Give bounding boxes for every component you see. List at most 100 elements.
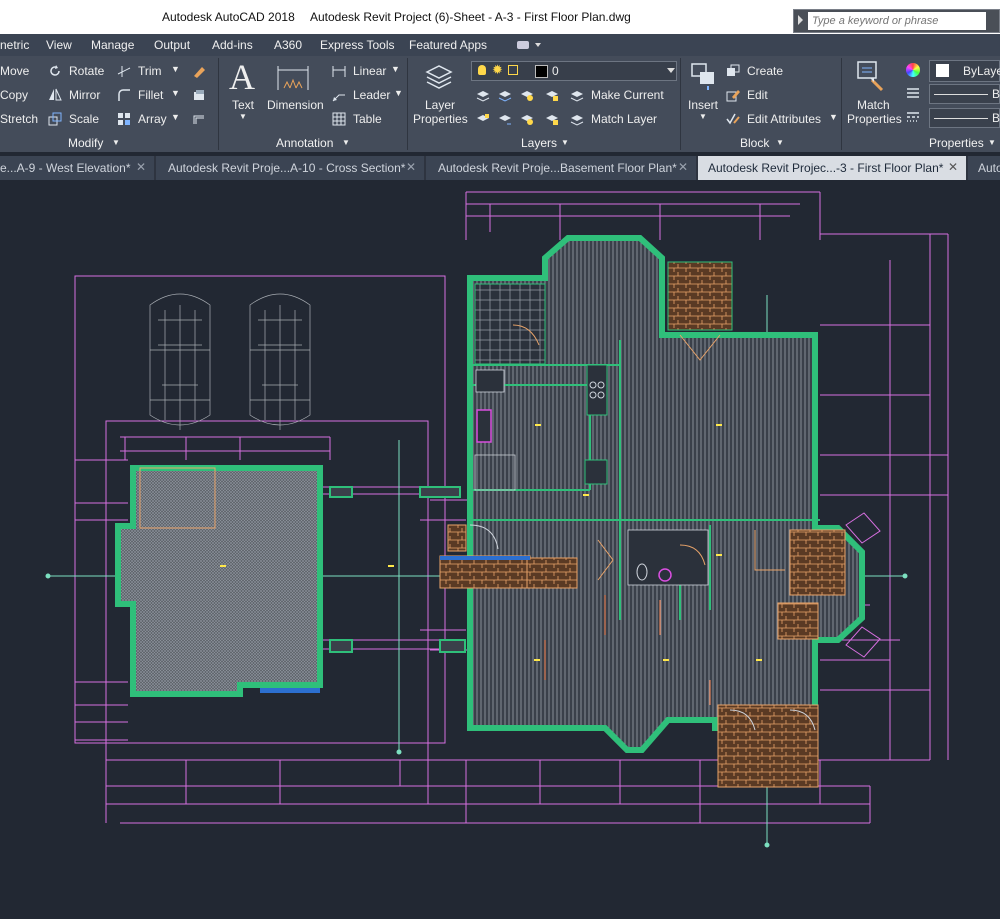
modify-panel-expand-icon[interactable]: ▼	[112, 138, 120, 147]
lineweight-dropdown[interactable]: B	[929, 84, 1000, 104]
copy-button[interactable]: Copy	[0, 88, 28, 102]
search-box	[793, 9, 1000, 33]
match-properties-label-1[interactable]: Match	[857, 98, 890, 112]
make-current-button[interactable]: Make Current	[591, 88, 664, 102]
annotation-panel-label[interactable]: Annotation	[276, 136, 333, 150]
close-icon[interactable]: ✕	[136, 160, 146, 174]
modify-panel-label[interactable]: Modify	[68, 136, 103, 150]
scale-button[interactable]: Scale	[69, 112, 99, 126]
explode-icon[interactable]	[192, 88, 206, 102]
document-title: Autodesk Revit Project (6)-Sheet - A-3 -…	[310, 10, 631, 24]
close-icon[interactable]: ✕	[678, 160, 688, 174]
search-expand-icon[interactable]	[798, 15, 803, 25]
text-dropdown-icon[interactable]: ▼	[239, 112, 247, 121]
layer-tool-icon[interactable]	[498, 88, 512, 102]
leader-button[interactable]: Leader	[353, 88, 390, 102]
sun-icon: ✹	[492, 62, 503, 77]
layer-tool-icon[interactable]	[476, 88, 490, 102]
match-properties-label-2[interactable]: Properties	[847, 112, 902, 126]
edit-button[interactable]: Edit	[747, 88, 768, 102]
layers-panel-label[interactable]: Layers	[521, 136, 557, 150]
tab-parametric[interactable]: netric	[0, 38, 29, 52]
tab-express-tools[interactable]: Express Tools	[320, 38, 394, 52]
panel-divider	[218, 58, 219, 150]
tab-featured-apps[interactable]: Featured Apps	[409, 38, 487, 52]
file-tab-basement-floor-plan[interactable]: Autodesk Revit Proje...Basement Floor Pl…	[426, 156, 696, 180]
linetype-dropdown[interactable]: B	[929, 108, 1000, 128]
dimension-button[interactable]: Dimension	[267, 98, 324, 112]
match-layer-button[interactable]: Match Layer	[591, 112, 657, 126]
rotate-button[interactable]: Rotate	[69, 64, 104, 78]
tab-manage[interactable]: Manage	[91, 38, 134, 52]
tab-add-ins[interactable]: Add-ins	[212, 38, 253, 52]
file-tab-label: Auto	[978, 161, 1000, 175]
linear-button[interactable]: Linear	[353, 64, 386, 78]
layer-color-swatch	[535, 65, 548, 78]
stretch-button[interactable]: Stretch	[0, 112, 38, 126]
insert-dropdown-icon[interactable]: ▼	[699, 112, 707, 121]
ribbon-toggle-icon[interactable]	[517, 41, 529, 49]
close-icon[interactable]: ✕	[406, 160, 416, 174]
edit-attributes-dropdown-icon[interactable]: ▼	[829, 112, 838, 122]
color-wheel-icon	[906, 63, 920, 77]
rotate-icon	[50, 65, 60, 76]
file-tab-next[interactable]: Auto	[968, 156, 1000, 180]
drawing-canvas[interactable]	[0, 182, 1000, 919]
array-dropdown-icon[interactable]: ▼	[171, 112, 180, 122]
ribbon-toggle-chevron-icon[interactable]	[535, 43, 541, 47]
layer-dropdown[interactable]: ✹ 0	[471, 61, 677, 81]
title-bar: Autodesk AutoCAD 2018 Autodesk Revit Pro…	[0, 0, 1000, 34]
make-current-icon	[570, 91, 584, 102]
layer-tool-icon[interactable]	[520, 112, 534, 126]
offset-icon[interactable]	[192, 112, 206, 126]
erase-icon[interactable]	[192, 64, 206, 78]
tab-a360[interactable]: A360	[274, 38, 302, 52]
scale-icon	[48, 112, 62, 126]
create-button[interactable]: Create	[747, 64, 783, 78]
block-panel-label[interactable]: Block	[740, 136, 769, 150]
linear-dropdown-icon[interactable]: ▼	[391, 64, 400, 74]
close-icon[interactable]: ✕	[948, 160, 958, 174]
file-tab-label: Autodesk Revit Proje...Basement Floor Pl…	[438, 161, 677, 175]
edit-block-icon	[726, 90, 740, 102]
properties-panel-expand-icon[interactable]: ▼	[988, 138, 996, 147]
panel-divider	[680, 58, 681, 150]
linear-dimension-icon	[332, 66, 346, 77]
layers-panel-expand-icon[interactable]: ▼	[561, 138, 569, 147]
annotation-panel-expand-icon[interactable]: ▼	[342, 138, 350, 147]
fillet-button[interactable]: Fillet	[138, 88, 163, 102]
layer-tool-icon[interactable]	[498, 112, 512, 126]
layer-tool-icon[interactable]	[545, 88, 559, 102]
text-button[interactable]: Text	[232, 98, 254, 112]
file-tab-first-floor-plan[interactable]: Autodesk Revit Projec...-3 - First Floor…	[698, 156, 966, 180]
tab-output[interactable]: Output	[154, 38, 190, 52]
lineweight-preview	[934, 94, 988, 95]
trim-dropdown-icon[interactable]: ▼	[171, 64, 180, 74]
table-button[interactable]: Table	[353, 112, 382, 126]
insert-block-icon	[691, 63, 714, 90]
trim-button[interactable]: Trim	[138, 64, 162, 78]
move-button[interactable]: Move	[0, 64, 29, 78]
layer-properties-label-2[interactable]: Properties	[413, 112, 468, 126]
block-panel-expand-icon[interactable]: ▼	[776, 138, 784, 147]
insert-button[interactable]: Insert	[688, 98, 718, 112]
properties-panel-label[interactable]: Properties	[929, 136, 984, 150]
file-tab-west-elevation[interactable]: e...A-9 - West Elevation* ✕	[0, 156, 154, 180]
layer-tool-icon[interactable]	[545, 112, 559, 126]
layer-tool-icon[interactable]	[520, 88, 534, 102]
array-button[interactable]: Array	[138, 112, 167, 126]
mirror-button[interactable]: Mirror	[69, 88, 100, 102]
layer-properties-label-1[interactable]: Layer	[425, 98, 455, 112]
file-tab-cross-section[interactable]: Autodesk Revit Proje...A-10 - Cross Sect…	[156, 156, 424, 180]
tab-view[interactable]: View	[46, 38, 72, 52]
lineweight-icon	[907, 88, 919, 98]
fillet-dropdown-icon[interactable]: ▼	[171, 88, 180, 98]
lineweight-value: B	[992, 87, 1000, 101]
layer-tool-icon[interactable]	[476, 112, 490, 126]
edit-attributes-button[interactable]: Edit Attributes	[747, 112, 821, 126]
search-input[interactable]	[808, 12, 986, 30]
array-icon	[118, 113, 130, 125]
leader-dropdown-icon[interactable]: ▼	[394, 88, 403, 98]
app-title: Autodesk AutoCAD 2018	[162, 10, 295, 24]
color-dropdown[interactable]: ByLayer	[929, 60, 1000, 82]
